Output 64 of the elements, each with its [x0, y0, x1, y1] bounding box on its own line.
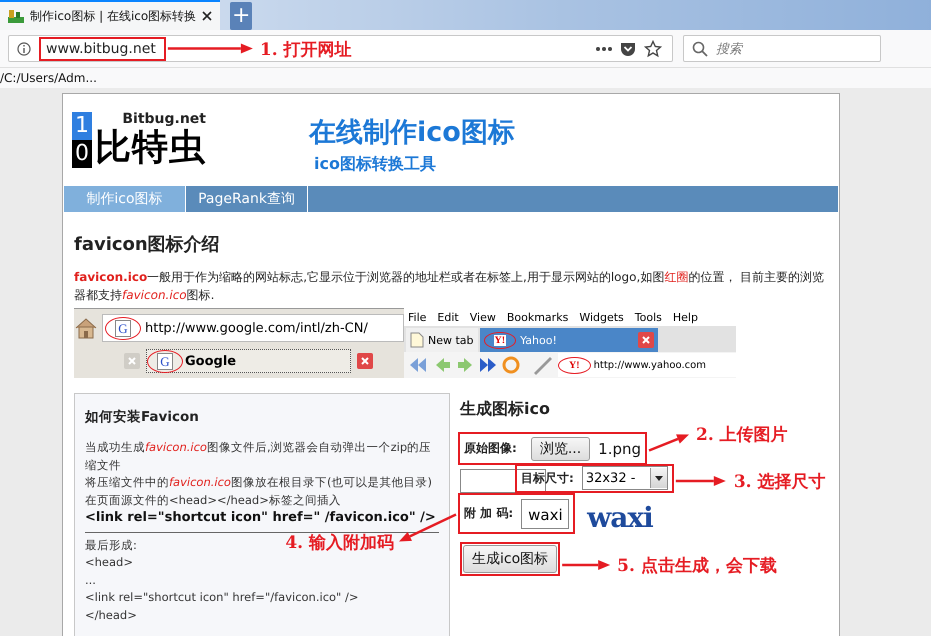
logo-domain: Bitbug.net [122, 112, 206, 127]
form-heading: 生成图标ico [460, 399, 551, 420]
panel-heading: 如何安装Favicon [85, 408, 200, 426]
file-name: 1.png [598, 440, 642, 458]
close-icon [638, 332, 654, 348]
menu-tab[interactable]: PageRank查询 [186, 186, 308, 212]
field-label: 原始图像: [464, 440, 517, 457]
section-heading: favicon图标介绍 [74, 233, 221, 256]
more-icon [596, 46, 612, 50]
text-line: 最后形成: [85, 536, 137, 554]
text-line: <head> [85, 554, 133, 571]
star-icon [644, 40, 662, 58]
text-line: </head> [85, 606, 137, 624]
annotation-label: 2. 上传图片 [696, 424, 788, 446]
search-field[interactable]: 搜索 [683, 35, 881, 62]
tab-label: New tab [428, 334, 474, 346]
new-tab-button[interactable]: + [230, 2, 252, 30]
code-line: <link rel="shortcut icon" href=" /favicon.ico" /> [85, 509, 436, 526]
text-line: <link rel="shortcut icon" href="/favicon.ico" /> [85, 589, 359, 606]
captcha-image: waxi [587, 501, 653, 534]
url-text: http://www.google.com/intl/zh-CN/ [145, 320, 368, 336]
close-icon [202, 11, 212, 21]
arrow [562, 560, 610, 570]
annotation-label: 5. 点击生成，会下载 [617, 555, 777, 577]
generate-button[interactable]: 生成ico图标 [463, 545, 558, 573]
size-dropdown[interactable]: 32x32 - [582, 466, 668, 490]
browser-tab[interactable]: 制作ico图标 | 在线ico图标转换 [0, 0, 220, 30]
favicon-icon: G [115, 320, 131, 336]
favicon-icon: Y! [494, 334, 506, 346]
annotation-label: 4. 输入附加码 [285, 532, 394, 554]
site-title: 在线制作ico图标 [309, 116, 515, 150]
code-input[interactable]: waxi [521, 498, 570, 528]
logo-digit: 0 [72, 140, 92, 168]
annotation-label: 3. 选择尺寸 [734, 471, 826, 493]
pocket-icon [620, 40, 636, 56]
search-icon [692, 40, 708, 56]
favicon-icon: G [157, 352, 173, 370]
text-line: 在页面源文件的<head></head>标签之间插入 [85, 492, 341, 508]
arrow [676, 476, 726, 486]
url-text: http://www.yahoo.com [594, 360, 706, 370]
caret-icon [654, 476, 663, 480]
site-subtitle: ico图标转换工具 [314, 154, 437, 175]
logo-name: 比特虫 [95, 127, 206, 169]
page-icon [410, 332, 424, 348]
home-icon [74, 317, 98, 339]
info-icon [17, 42, 31, 56]
field-label: 目标尺寸: [521, 470, 574, 486]
text-line: 当成功生成favicon.ico图像文件后,浏览器会自动弹出一个zip的压缩文件 [85, 439, 432, 474]
text-line: ... [85, 572, 96, 588]
tab-label: Google [185, 354, 236, 368]
field-label: 附 加 码: [464, 505, 514, 522]
logo-digit: 1 [72, 112, 92, 140]
favicon-icon: Y! [568, 360, 581, 370]
close-icon [357, 353, 373, 369]
close-icon [124, 353, 140, 369]
pencil-icon [532, 355, 554, 375]
text-line: 将压缩文件中的favicon.ico图像放在根目录下(也可以是其他目录) [85, 474, 432, 491]
tab-label: Yahoo! [520, 334, 558, 346]
intro-paragraph: favicon.ico一般用于作为缩略的网站标志,它显示位于浏览器的地址栏或者在标签上,用于显示网站的logo,如图红圈的位置， 目前主要的浏览器都支持favicon.ico图标. [74, 269, 826, 304]
site-icon [8, 9, 24, 23]
url-text: www.bitbug.net [46, 40, 156, 56]
status-text: /C:/Users/Adm... [0, 71, 97, 85]
browse-button[interactable]: 浏览... [530, 436, 590, 460]
annotation-label: 1. 打开网址 [260, 38, 352, 60]
